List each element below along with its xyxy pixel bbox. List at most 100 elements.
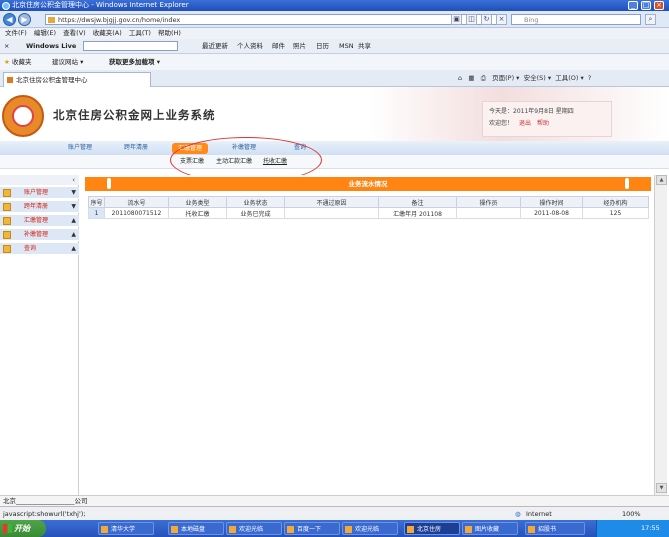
help-icon[interactable]: ?: [588, 74, 591, 82]
live-mail[interactable]: 邮件: [272, 39, 285, 54]
refresh-icon[interactable]: ↻: [481, 14, 492, 25]
sidebar-label: 查询: [24, 245, 37, 252]
content-area: 业务流水情况 序号 流水号 业务类型 业务状态 不通过原因 备注 操作员 操作时…: [82, 175, 654, 495]
maximize-button[interactable]: □: [641, 1, 651, 10]
address-input[interactable]: https://dwsjw.bjgjj.gov.cn/home/index: [45, 14, 505, 25]
nav-account[interactable]: 账户管理: [68, 141, 92, 155]
sidebar-item-account[interactable]: 账户管理 ▼: [0, 187, 79, 199]
cell-serial[interactable]: 2011080071512: [104, 207, 169, 219]
address-toolbar: ◀ ▶ https://dwsjw.bjgjj.gov.cn/home/inde…: [0, 11, 669, 28]
live-msn[interactable]: MSN: [339, 39, 354, 54]
menu-help[interactable]: 帮助(H): [158, 29, 181, 37]
live-profile[interactable]: 个人资料: [237, 39, 263, 54]
app-icon: [407, 526, 414, 533]
welcome-box: 今天是：2011年9月8日 星期四 欢迎您！ 退出 帮助: [482, 101, 612, 137]
vertical-scrollbar[interactable]: ▲ ▼: [654, 175, 667, 495]
suggested-sites-link[interactable]: 建议网站 ▾: [52, 54, 83, 70]
taskbar-item[interactable]: 百度一下: [284, 522, 340, 535]
live-search-input[interactable]: [83, 41, 178, 51]
cell-agency: 125: [582, 207, 649, 219]
window-title-bar: 北京住房公积金管理中心 - Windows Internet Explorer …: [0, 0, 669, 11]
col-type: 业务类型: [168, 196, 227, 208]
pin-icon: [625, 178, 629, 189]
taskbar: 开始 清华大学 本地磁盘 欢迎光临 百度一下 欢迎光临 北京住房 图片收藏 招股…: [0, 520, 669, 537]
stop-icon[interactable]: ×: [496, 14, 507, 25]
home-icon[interactable]: ⌂: [458, 74, 462, 82]
folder-icon: [3, 245, 11, 253]
site-title: 北京住房公积金网上业务系统: [53, 108, 216, 122]
sidebar: ‹ 账户管理 ▼ 跨年清册 ▼ 汇缴管理 ▲ 补缴管理 ▲ 查询 ▲: [0, 175, 79, 495]
nav-cross-year[interactable]: 跨年清册: [124, 141, 148, 155]
logout-link[interactable]: 退出: [519, 120, 531, 127]
sidebar-label: 补缴管理: [24, 231, 49, 238]
cell-status: 业务已完成: [226, 207, 285, 219]
lock-icon[interactable]: ▣: [451, 14, 462, 25]
sidebar-item-supplementary[interactable]: 补缴管理 ▲: [0, 229, 79, 241]
panel-title: 业务流水情况: [348, 180, 388, 188]
live-photos[interactable]: 照片: [293, 39, 306, 54]
col-time: 操作时间: [520, 196, 583, 208]
ie-icon: [2, 2, 10, 10]
taskbar-item[interactable]: 欢迎光临: [342, 522, 398, 535]
taskbar-item[interactable]: 本地磁盘: [168, 522, 224, 535]
scroll-down-icon[interactable]: ▼: [656, 483, 667, 493]
menu-view[interactable]: 查看(V): [63, 29, 86, 37]
feeds-icon[interactable]: ▦: [468, 74, 474, 82]
taskbar-label: 图片收藏: [475, 526, 500, 533]
taskbar-item[interactable]: 招股书: [525, 522, 585, 535]
menu-edit[interactable]: 编辑(E): [34, 29, 56, 37]
sidebar-item-query[interactable]: 查询 ▲: [0, 243, 79, 255]
tools-menu[interactable]: 工具(O) ▾: [555, 74, 584, 82]
safety-menu[interactable]: 安全(S) ▾: [524, 74, 552, 82]
status-bar: javascript:showurl('txhj'); ◍ Internet 1…: [0, 506, 669, 520]
taskbar-item[interactable]: 欢迎光临: [226, 522, 282, 535]
table-row[interactable]: 1 2011080071512 托收汇缴 业务已完成 汇缴年月 201108 2…: [88, 207, 649, 219]
cell-reject-reason: [284, 207, 379, 219]
app-icon: [101, 526, 108, 533]
page-menu[interactable]: 页面(P) ▾: [492, 74, 519, 82]
help-link[interactable]: 帮助: [537, 120, 549, 127]
menu-file[interactable]: 文件(F): [5, 29, 27, 37]
minimize-button[interactable]: _: [628, 1, 638, 10]
close-button[interactable]: ×: [654, 1, 664, 10]
compatibility-icon[interactable]: ◫: [466, 14, 477, 25]
col-status: 业务状态: [226, 196, 285, 208]
expand-icon: ▲: [71, 231, 76, 238]
scroll-up-icon[interactable]: ▲: [656, 175, 667, 185]
search-input[interactable]: Bing: [511, 14, 641, 25]
taskbar-item[interactable]: 图片收藏: [462, 522, 518, 535]
browser-tab[interactable]: 北京住房公积金管理中心: [3, 72, 151, 87]
live-share[interactable]: 共享: [358, 39, 371, 54]
print-icon[interactable]: ⎙: [481, 74, 486, 82]
taskbar-item-active[interactable]: 北京住房: [404, 522, 460, 535]
menu-tools[interactable]: 工具(T): [129, 29, 151, 37]
expand-icon: ▲: [71, 245, 76, 252]
status-text: javascript:showurl('txhj');: [3, 510, 86, 518]
addons-link[interactable]: 获取更多加载项 ▾: [109, 54, 160, 70]
live-calendar[interactable]: 日历: [316, 39, 329, 54]
search-icon[interactable]: ⌕: [645, 14, 656, 25]
menu-favorites[interactable]: 收藏夹(A): [93, 29, 122, 37]
folder-icon: [3, 217, 11, 225]
clock[interactable]: 17:55: [641, 524, 660, 532]
welcome-text: 欢迎您！: [489, 120, 514, 127]
back-button[interactable]: ◀: [3, 13, 16, 26]
zoom-level[interactable]: 100%: [622, 507, 641, 521]
collapse-icon[interactable]: ‹: [0, 175, 79, 185]
windows-live-brand[interactable]: Windows Live: [26, 39, 76, 54]
favorites-button[interactable]: 收藏夹: [12, 54, 32, 70]
forward-button[interactable]: ▶: [18, 13, 31, 26]
sidebar-item-cross-year[interactable]: 跨年清册 ▼: [0, 201, 79, 213]
tab-favicon: [7, 77, 13, 83]
col-serial: 流水号: [104, 196, 169, 208]
live-recent[interactable]: 最近更新: [202, 39, 228, 54]
panel-header: 业务流水情况: [85, 177, 651, 191]
start-button[interactable]: 开始: [0, 520, 46, 537]
sidebar-item-remittance[interactable]: 汇缴管理 ▲: [0, 215, 79, 227]
taskbar-item[interactable]: 清华大学: [98, 522, 154, 535]
globe-icon: ◍: [515, 510, 521, 518]
frame-footer: 北京__________________公司: [0, 495, 669, 506]
expand-icon: ▼: [71, 189, 76, 196]
close-toolbar-icon[interactable]: ×: [4, 39, 9, 54]
expand-icon: ▼: [71, 203, 76, 210]
